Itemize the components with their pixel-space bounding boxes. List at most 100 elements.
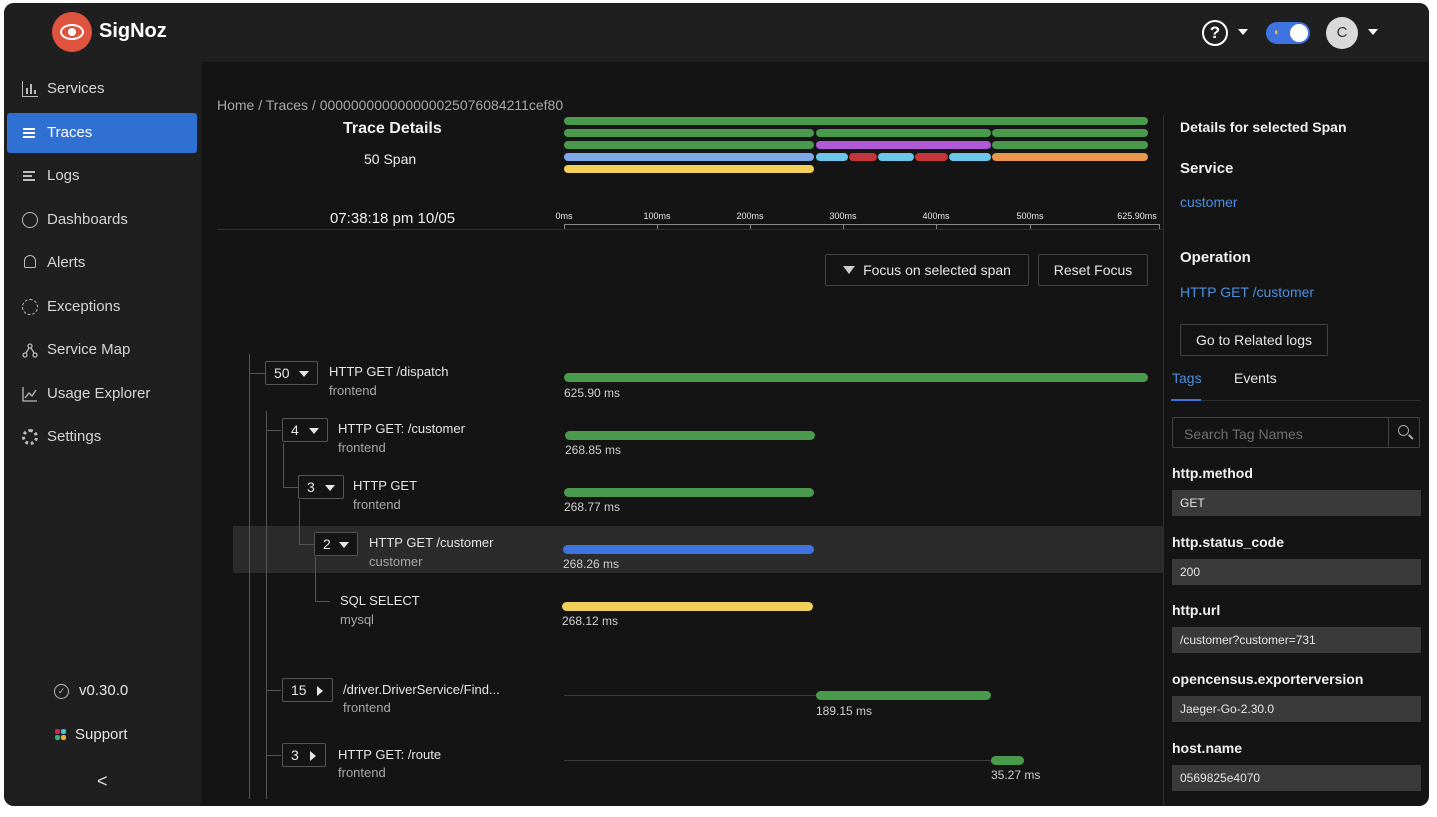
- active-tab-indicator: [1171, 399, 1201, 401]
- span-duration: 268.85 ms: [565, 443, 622, 457]
- span-count: 50 Span: [364, 151, 417, 167]
- collapse-sidebar-icon[interactable]: <: [97, 771, 108, 792]
- operation-label: Operation: [1180, 249, 1251, 266]
- expand-button[interactable]: 3: [282, 743, 326, 767]
- service-value[interactable]: customer: [1180, 194, 1238, 210]
- tag-key: http.method: [1172, 465, 1253, 481]
- span-name: HTTP GET /customer: [369, 535, 494, 550]
- span-duration: 189.15 ms: [816, 704, 873, 718]
- span-duration: 35.27 ms: [991, 768, 1041, 782]
- collapse-button[interactable]: 50: [265, 361, 318, 385]
- signoz-logo-icon[interactable]: [52, 12, 92, 52]
- focus-span-button[interactable]: Focus on selected span: [825, 254, 1029, 286]
- collapse-button[interactable]: 4: [282, 418, 328, 442]
- sidebar-item-service-map[interactable]: Service Map: [7, 330, 197, 370]
- tree-connector: [299, 500, 300, 544]
- sidebar-item-dashboards[interactable]: Dashboards: [7, 200, 197, 240]
- tag-key: http.url: [1172, 602, 1221, 618]
- overview-bar: [564, 117, 1148, 125]
- tick-label: 0ms: [555, 211, 573, 221]
- version-label[interactable]: v0.30.0: [79, 682, 128, 699]
- sidebar-item-label: Services: [47, 80, 105, 97]
- dashboard-icon: [22, 212, 38, 228]
- page-title: Trace Details: [343, 120, 442, 137]
- tree-connector: [266, 690, 281, 691]
- search-tag-input[interactable]: Search Tag Names: [1172, 417, 1389, 448]
- child-count: 3: [307, 479, 315, 495]
- span-name: HTTP GET /dispatch: [329, 364, 449, 379]
- overview-bar: [992, 129, 1148, 137]
- span-bar[interactable]: [565, 431, 815, 440]
- span-service: frontend: [338, 440, 386, 455]
- span-bar[interactable]: [564, 488, 814, 497]
- child-count: 50: [274, 365, 290, 381]
- tab-tags[interactable]: Tags: [1172, 370, 1202, 386]
- span-service: frontend: [353, 497, 401, 512]
- span-service: customer: [369, 554, 423, 569]
- trace-timestamp: 07:38:18 pm 10/05: [330, 210, 456, 227]
- collapse-button[interactable]: 3: [298, 475, 344, 499]
- logs-icon: [22, 168, 38, 184]
- moon-icon: ◖: [1273, 27, 1280, 38]
- reset-focus-button[interactable]: Reset Focus: [1038, 254, 1148, 286]
- span-bar[interactable]: [562, 602, 813, 611]
- filter-icon: [843, 266, 856, 274]
- span-service: frontend: [329, 383, 377, 398]
- tick-label: 200ms: [736, 211, 764, 221]
- tag-value: Jaeger-Go-2.30.0: [1172, 696, 1421, 722]
- overview-bar: [849, 153, 877, 161]
- sidebar-item-traces[interactable]: Traces: [7, 113, 197, 153]
- support-link[interactable]: Support: [75, 726, 128, 743]
- operation-value[interactable]: HTTP GET /customer: [1180, 284, 1314, 300]
- top-bar: SigNoz ? ◖ C: [4, 3, 1429, 62]
- span-name: SQL SELECT: [340, 593, 420, 608]
- span-duration: 268.77 ms: [564, 500, 621, 514]
- tag-key: host.name: [1172, 740, 1243, 756]
- search-placeholder: Search Tag Names: [1184, 426, 1303, 442]
- tag-value: 0569825e4070: [1172, 765, 1421, 791]
- child-count: 2: [323, 536, 331, 552]
- tree-connector: [283, 487, 298, 488]
- search-button[interactable]: [1388, 417, 1420, 448]
- settings-icon: [22, 429, 38, 445]
- overview-bar: [564, 141, 814, 149]
- breadcrumb[interactable]: Home / Traces / 000000000000000025076084…: [217, 97, 563, 113]
- sidebar-item-alerts[interactable]: Alerts: [7, 243, 197, 283]
- sidebar-item-logs[interactable]: Logs: [7, 156, 197, 196]
- overview-bar: [949, 153, 991, 161]
- span-bar[interactable]: [816, 691, 991, 700]
- sidebar-item-usage-explorer[interactable]: Usage Explorer: [7, 374, 197, 414]
- divider: [1163, 115, 1164, 806]
- app-window: SigNoz ? ◖ C Services Traces Logs Dashbo…: [4, 3, 1429, 806]
- overview-bar: [816, 153, 848, 161]
- span-name: /driver.DriverService/Find...: [343, 682, 500, 697]
- collapse-button[interactable]: 2: [314, 532, 358, 556]
- tab-events[interactable]: Events: [1234, 370, 1277, 386]
- help-chevron-down-icon[interactable]: [1238, 29, 1248, 35]
- sidebar-item-settings[interactable]: Settings: [7, 417, 197, 457]
- help-icon[interactable]: ?: [1202, 20, 1228, 46]
- expand-button[interactable]: 15: [282, 678, 333, 702]
- related-logs-button[interactable]: Go to Related logs: [1180, 324, 1328, 356]
- span-bar[interactable]: [563, 545, 814, 554]
- user-chevron-down-icon[interactable]: [1368, 29, 1378, 35]
- span-bar[interactable]: [564, 373, 1148, 382]
- sidebar-item-label: Dashboards: [47, 211, 128, 228]
- caret-down-icon: [299, 371, 309, 377]
- span-duration: 268.26 ms: [563, 557, 620, 571]
- sidebar-item-services[interactable]: Services: [7, 69, 197, 109]
- check-circle-icon: ✓: [54, 684, 69, 699]
- caret-down-icon: [325, 485, 335, 491]
- sidebar-item-exceptions[interactable]: Exceptions: [7, 287, 197, 327]
- tick-label: 625.90ms: [1117, 211, 1157, 221]
- brand-name[interactable]: SigNoz: [99, 20, 167, 43]
- span-bar[interactable]: [991, 756, 1024, 765]
- span-name: HTTP GET: /route: [338, 747, 442, 762]
- theme-toggle[interactable]: ◖: [1266, 22, 1310, 44]
- tree-connector: [283, 443, 284, 487]
- span-duration: 268.12 ms: [562, 614, 619, 628]
- avatar[interactable]: C: [1326, 17, 1358, 49]
- tree-connector: [299, 544, 314, 545]
- slack-icon: [55, 729, 67, 741]
- tree-connector: [266, 411, 267, 799]
